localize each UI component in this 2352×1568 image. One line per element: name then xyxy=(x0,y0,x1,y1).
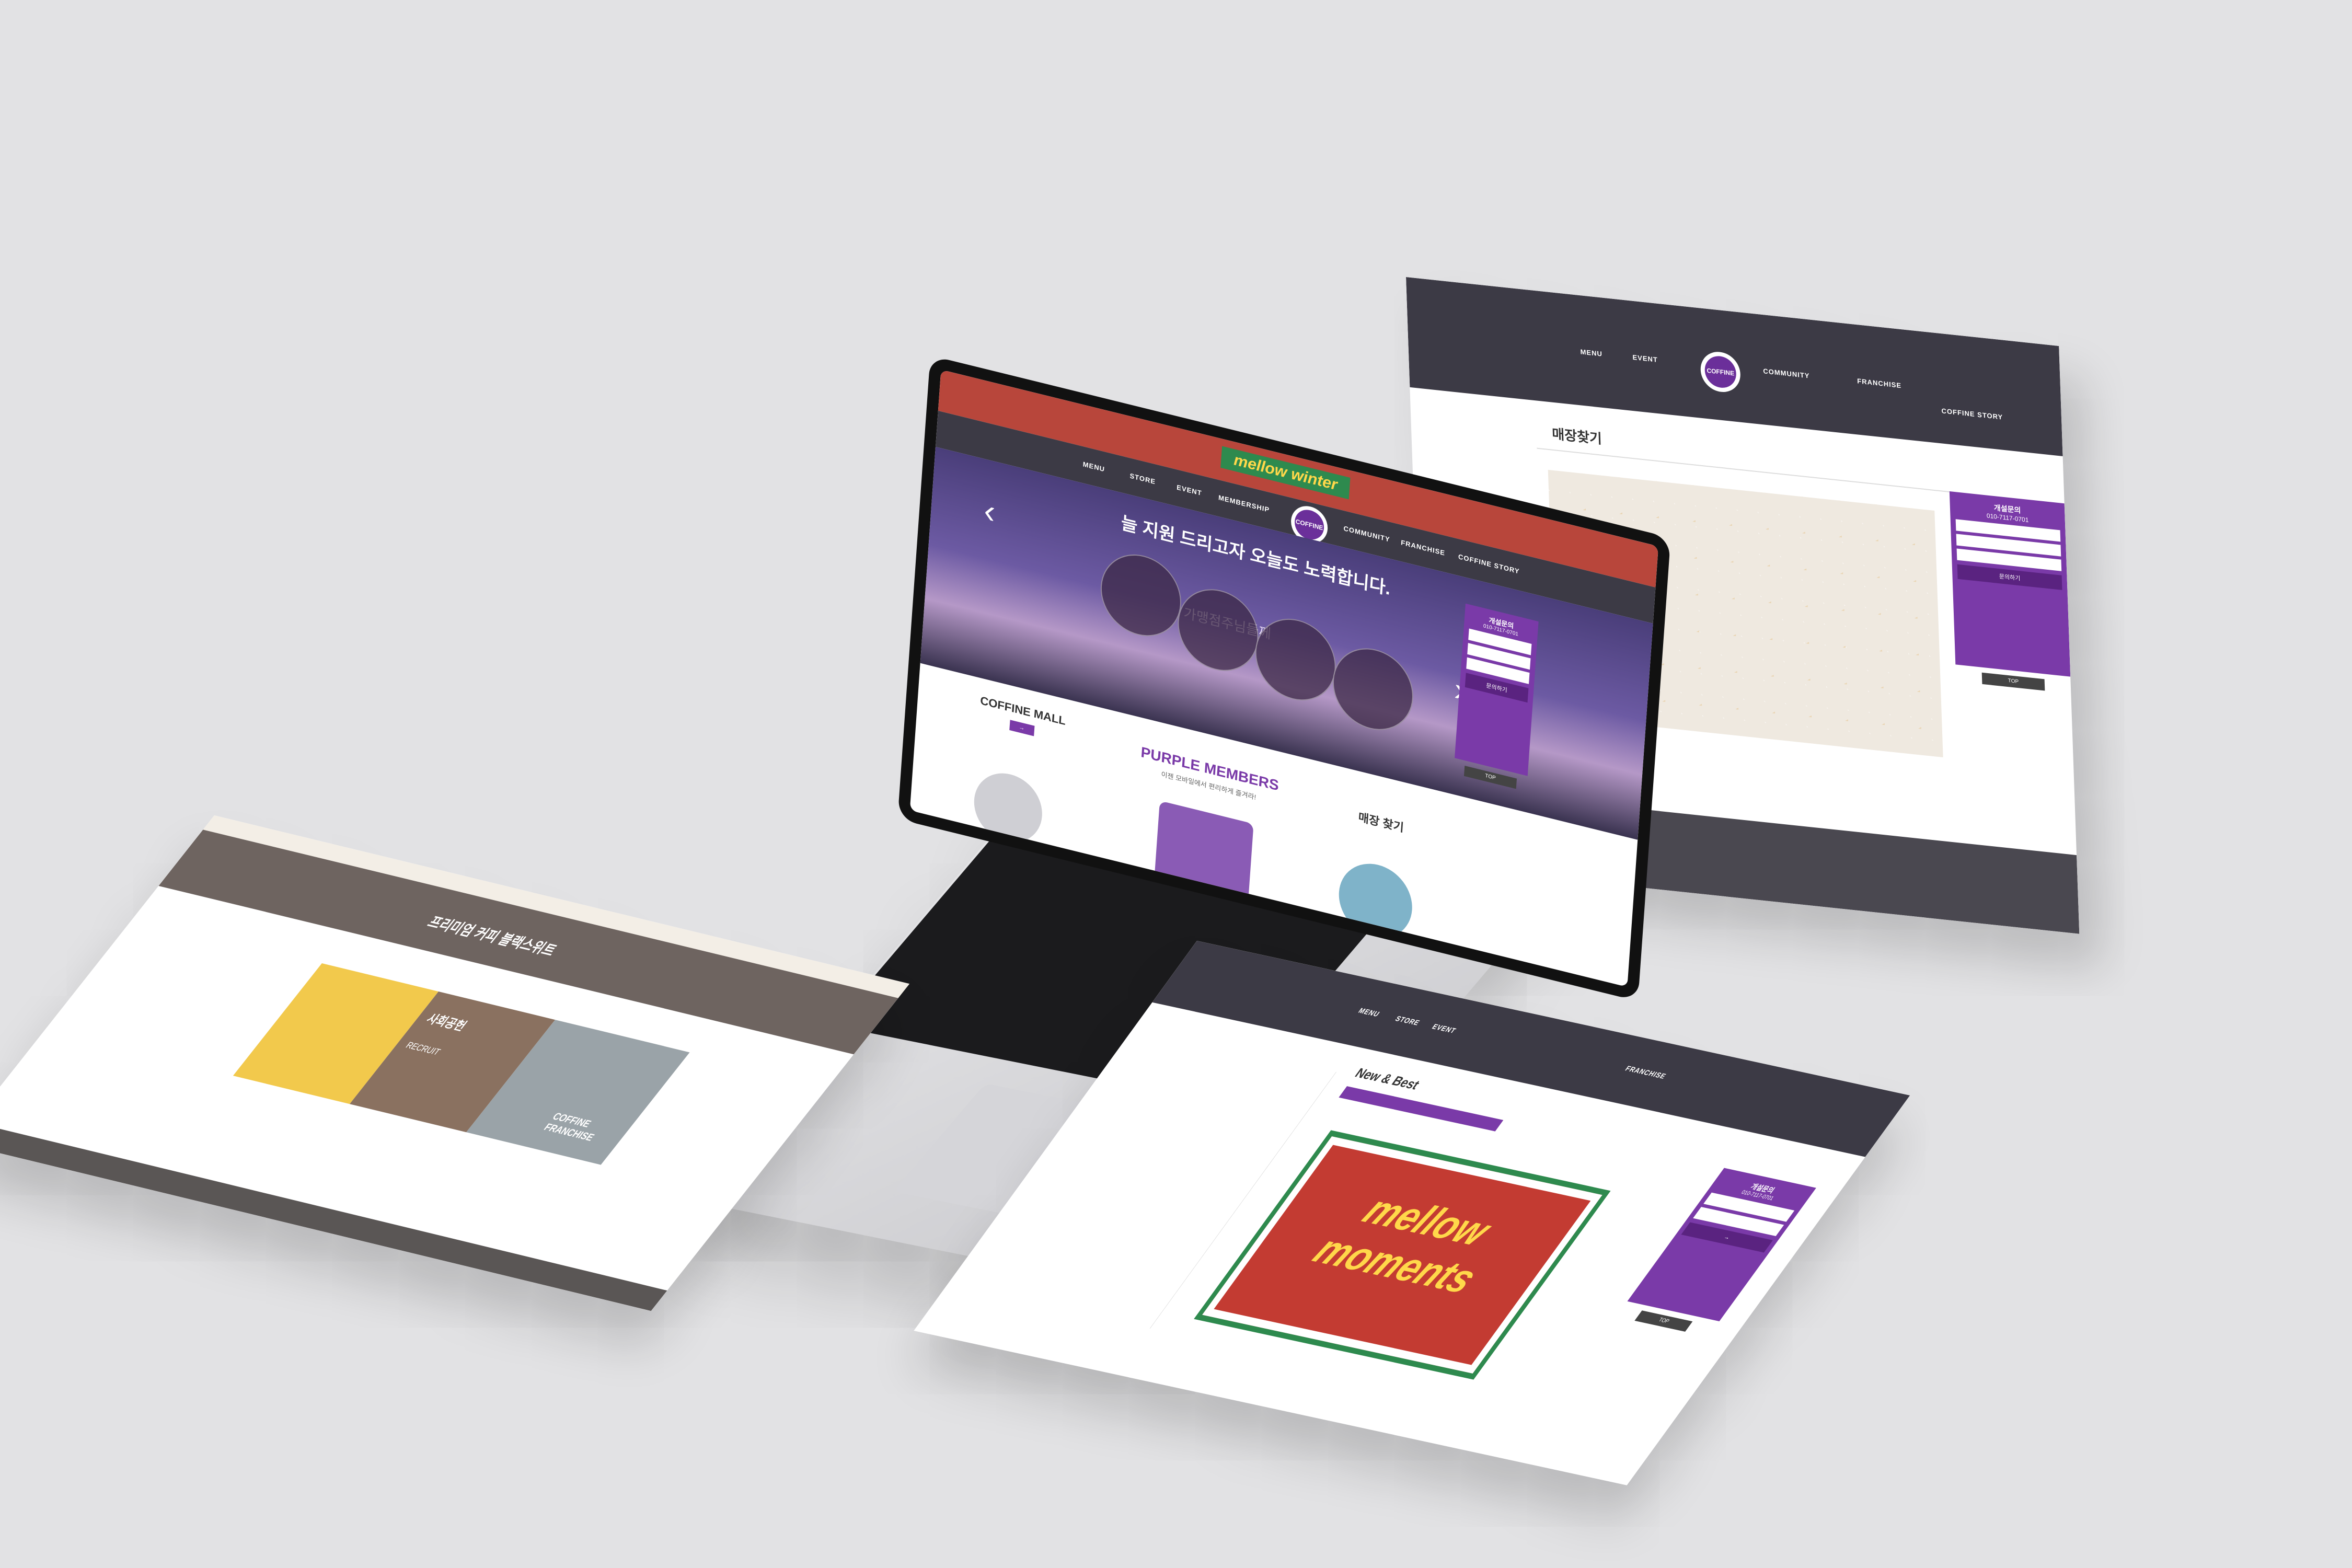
store-finder-title: 매장 찾기 xyxy=(1358,810,1404,835)
nav-menu[interactable]: MENU xyxy=(1357,1006,1382,1018)
franchise-label: COFFINE FRANCHISE xyxy=(541,1110,597,1143)
chevron-left-icon[interactable]: ‹ xyxy=(983,491,996,532)
nav-franchise[interactable]: FRANCHISE xyxy=(1401,538,1446,557)
hero-feature-circle xyxy=(1330,639,1416,739)
inquiry-widget: 개설문의 010-7117-0701 문의하기 xyxy=(1455,603,1539,776)
nav-event[interactable]: EVENT xyxy=(1431,1022,1458,1035)
logo-text: COFFINE xyxy=(1704,354,1737,390)
category-tab-active[interactable] xyxy=(1339,1086,1504,1132)
nav-community[interactable]: COMMUNITY xyxy=(1763,367,1810,379)
store-page-logo[interactable]: COFFINE xyxy=(1700,350,1742,394)
nav-community[interactable]: COMMUNITY xyxy=(1343,524,1390,544)
nav-event[interactable]: EVENT xyxy=(1632,353,1658,364)
nav-menu[interactable]: MENU xyxy=(1580,348,1602,358)
nav-menu[interactable]: MENU xyxy=(1082,460,1105,473)
nav-store[interactable]: STORE xyxy=(1393,1014,1422,1027)
mall-product-image[interactable] xyxy=(972,766,1045,850)
nav-coffine-story[interactable]: COFFINE STORY xyxy=(1941,407,2003,421)
store-finder-section: 매장 찾기 xyxy=(1329,801,1434,843)
nav-franchise[interactable]: FRANCHISE xyxy=(1857,377,1901,389)
brand-page-screenshot: 프리미엄 커피 블랙스위트 사회공헌 RECRUIT COFFINE FRANC… xyxy=(0,815,910,1311)
hero-feature-circle xyxy=(1098,546,1184,645)
store-page-title: 매장찾기 xyxy=(1551,425,1602,447)
hero-feature-circle xyxy=(1175,580,1261,680)
nav-store[interactable]: STORE xyxy=(1129,471,1156,486)
banner-title: 프리미엄 커피 블랙스위트 xyxy=(423,913,561,959)
nav-membership[interactable]: MEMBERSHIP xyxy=(1218,493,1270,514)
inquiry-widget: 개설문의 010-7117-0701 문의하기 xyxy=(1949,491,2071,677)
scroll-top-button[interactable]: TOP xyxy=(1981,672,2045,691)
inquiry-widget: 개설문의 010-7117-0701 → xyxy=(1627,1168,1816,1321)
store-page-header: COFFINE MENU EVENT COMMUNITY FRANCHISE C… xyxy=(1406,277,2063,456)
nav-franchise[interactable]: FRANCHISE xyxy=(1623,1064,1668,1080)
nav-event[interactable]: EVENT xyxy=(1177,483,1202,498)
mall-button[interactable]: → xyxy=(1009,720,1035,736)
nav-coffine-story[interactable]: COFFINE STORY xyxy=(1458,552,1520,575)
